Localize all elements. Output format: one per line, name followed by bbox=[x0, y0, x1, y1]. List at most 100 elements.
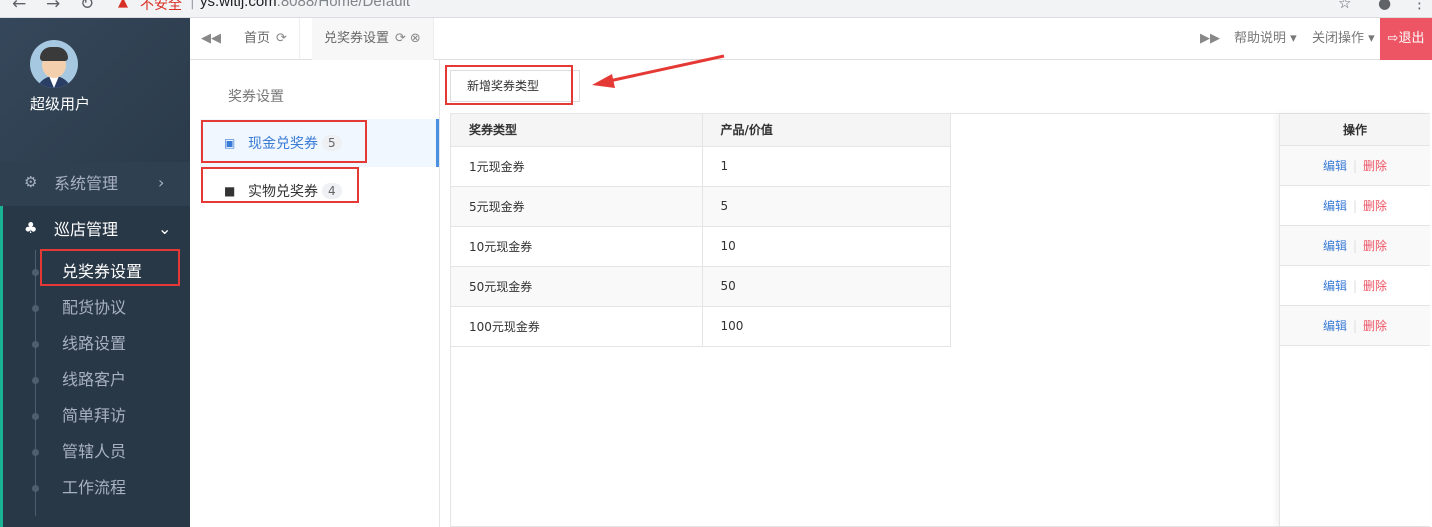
column-header-operations: 操作 bbox=[1280, 114, 1430, 146]
edit-link[interactable]: 编辑 bbox=[1323, 159, 1347, 173]
submenu-item-simple-visit[interactable]: 简单拜访 bbox=[62, 405, 126, 427]
edit-link[interactable]: 编辑 bbox=[1323, 239, 1347, 253]
submenu-bullet bbox=[32, 305, 39, 312]
avatar-hair bbox=[40, 47, 68, 61]
divider: | bbox=[1352, 239, 1358, 253]
caret-down-icon: ▾ bbox=[1368, 31, 1375, 46]
operations-row: 编辑 | 删除 bbox=[1280, 226, 1430, 266]
table-row[interactable]: 50元现金券 50 bbox=[451, 266, 951, 307]
tab-scroll-left-icon[interactable]: ◀◀ bbox=[198, 18, 224, 60]
exit-button[interactable]: ⇨退出 bbox=[1380, 18, 1432, 60]
account-icon[interactable]: ● bbox=[1378, 0, 1391, 12]
url-host: ys.witlj.com bbox=[200, 0, 277, 10]
security-label: 不安全 bbox=[140, 0, 182, 13]
delete-link[interactable]: 删除 bbox=[1363, 159, 1387, 173]
cell-value: 100 bbox=[702, 306, 951, 347]
operations-row: 编辑 | 删除 bbox=[1280, 146, 1430, 186]
submenu-bullet bbox=[32, 377, 39, 384]
operations-row: 编辑 | 删除 bbox=[1280, 266, 1430, 306]
submenu-bullet bbox=[32, 413, 39, 420]
sign-out-icon: ⇨ bbox=[1387, 31, 1399, 46]
table-row[interactable]: 1元现金券 1 bbox=[451, 146, 951, 187]
table-row[interactable]: 100元现金券 100 bbox=[451, 306, 951, 347]
table-header-row: 奖券类型 产品/价值 bbox=[451, 114, 951, 147]
close-operations-dropdown[interactable]: 关闭操作 ▾ bbox=[1312, 18, 1375, 60]
refresh-icon[interactable]: ⟳ bbox=[395, 31, 406, 46]
edit-link[interactable]: 编辑 bbox=[1323, 319, 1347, 333]
submenu-item-managed-staff[interactable]: 管辖人员 bbox=[62, 441, 126, 463]
operations-column: 操作 编辑 | 删除 编辑 | 删除 编辑 | 删除 编辑 | 删除 编辑 | 删除 bbox=[1279, 114, 1430, 526]
edit-link[interactable]: 编辑 bbox=[1323, 199, 1347, 213]
tab-coupon-settings[interactable]: 兑奖券设置 ⟳ ⊗ bbox=[312, 18, 434, 60]
gears-icon: ⚙ bbox=[24, 173, 38, 191]
delete-link[interactable]: 删除 bbox=[1363, 319, 1387, 333]
submenu-bullet bbox=[32, 449, 39, 456]
back-icon[interactable]: ← bbox=[12, 0, 26, 14]
table-row[interactable]: 5元现金券 5 bbox=[451, 186, 951, 227]
edit-link[interactable]: 编辑 bbox=[1323, 279, 1347, 293]
delete-link[interactable]: 删除 bbox=[1363, 199, 1387, 213]
close-ops-label: 关闭操作 bbox=[1312, 31, 1365, 46]
chevron-down-icon: ⌄ bbox=[158, 218, 172, 238]
help-dropdown[interactable]: 帮助说明 ▾ bbox=[1234, 18, 1297, 60]
cell-value: 1 bbox=[702, 146, 951, 187]
divider: | bbox=[1352, 279, 1358, 293]
cell-type: 5元现金券 bbox=[451, 186, 703, 227]
browser-menu-icon[interactable]: ⋮ bbox=[1412, 0, 1427, 12]
menu-item-patrol[interactable]: ♣ 巡店管理 ⌄ bbox=[0, 206, 190, 250]
column-header-value[interactable]: 产品/价值 bbox=[702, 114, 951, 147]
menu-item-system[interactable]: ⚙ 系统管理 › bbox=[0, 160, 190, 204]
menu-item-label: 系统管理 bbox=[54, 174, 119, 193]
annotation-arrow bbox=[592, 54, 725, 88]
warning-icon: ▲ bbox=[118, 0, 128, 10]
column-header-type[interactable]: 奖券类型 bbox=[451, 114, 703, 147]
tab-label: 首页 bbox=[244, 31, 271, 46]
tab-home[interactable]: 首页 ⟳ bbox=[232, 18, 300, 60]
operations-row: 编辑 | 删除 bbox=[1280, 186, 1430, 226]
browser-toolbar: ← → ↻ ▲ 不安全 | ys.witlj.com:8088/Home/Def… bbox=[0, 0, 1432, 18]
annotation-box-cash-coupon bbox=[201, 120, 367, 163]
submenu-bullet bbox=[32, 485, 39, 492]
cell-type: 10元现金券 bbox=[451, 226, 703, 267]
submenu-bullet bbox=[32, 269, 39, 276]
submenu: 兑奖券设置 配货协议 线路设置 线路客户 简单拜访 管辖人员 工作流程 bbox=[0, 250, 190, 527]
submenu-item-route-settings[interactable]: 线路设置 bbox=[62, 333, 126, 355]
cell-value: 10 bbox=[702, 226, 951, 267]
cell-value: 5 bbox=[702, 186, 951, 227]
coupon-data-table: 奖券类型 产品/价值 1元现金券 1 5元现金券 5 10元现金券 10 50元现金券… bbox=[451, 114, 951, 347]
annotation-box-add-button bbox=[445, 65, 573, 105]
sitemap-icon: ♣ bbox=[24, 219, 38, 237]
cell-value: 50 bbox=[702, 266, 951, 307]
cell-type: 100元现金券 bbox=[451, 306, 703, 347]
address-bar[interactable]: ys.witlj.com:8088/Home/Default bbox=[200, 0, 410, 10]
divider: | bbox=[1352, 159, 1358, 173]
tab-scroll-right-icon[interactable]: ▶▶ bbox=[1200, 18, 1220, 60]
profile-panel: 超级用户 bbox=[0, 18, 190, 162]
annotation-box-coupon-settings bbox=[40, 249, 180, 286]
delete-link[interactable]: 删除 bbox=[1363, 239, 1387, 253]
divider: | bbox=[1352, 199, 1358, 213]
caret-down-icon: ▾ bbox=[1290, 31, 1297, 46]
cell-type: 1元现金券 bbox=[451, 146, 703, 187]
reload-icon[interactable]: ↻ bbox=[80, 0, 94, 14]
category-panel-title: 奖券设置 bbox=[228, 89, 284, 105]
submenu-item-delivery-agreement[interactable]: 配货协议 bbox=[62, 297, 126, 319]
url-path: :8088/Home/Default bbox=[276, 0, 411, 10]
close-icon[interactable]: ⊗ bbox=[410, 31, 421, 46]
table-row[interactable]: 10元现金券 10 bbox=[451, 226, 951, 267]
menu-item-label: 巡店管理 bbox=[54, 220, 119, 239]
submenu-item-workflow[interactable]: 工作流程 bbox=[62, 477, 126, 499]
url-separator: | bbox=[190, 0, 195, 10]
tab-label: 兑奖券设置 bbox=[324, 31, 390, 46]
exit-label: 退出 bbox=[1398, 31, 1425, 46]
user-name[interactable]: 超级用户 bbox=[30, 93, 90, 114]
forward-icon[interactable]: → bbox=[46, 0, 60, 14]
bookmark-star-icon[interactable]: ☆ bbox=[1338, 0, 1351, 12]
submenu-item-route-customers[interactable]: 线路客户 bbox=[62, 369, 126, 391]
avatar[interactable] bbox=[30, 40, 78, 88]
delete-link[interactable]: 删除 bbox=[1363, 279, 1387, 293]
operations-row: 编辑 | 删除 bbox=[1280, 306, 1430, 346]
annotation-box-physical-coupon bbox=[201, 167, 359, 203]
refresh-icon[interactable]: ⟳ bbox=[276, 31, 287, 46]
chevron-right-icon: › bbox=[158, 172, 165, 192]
